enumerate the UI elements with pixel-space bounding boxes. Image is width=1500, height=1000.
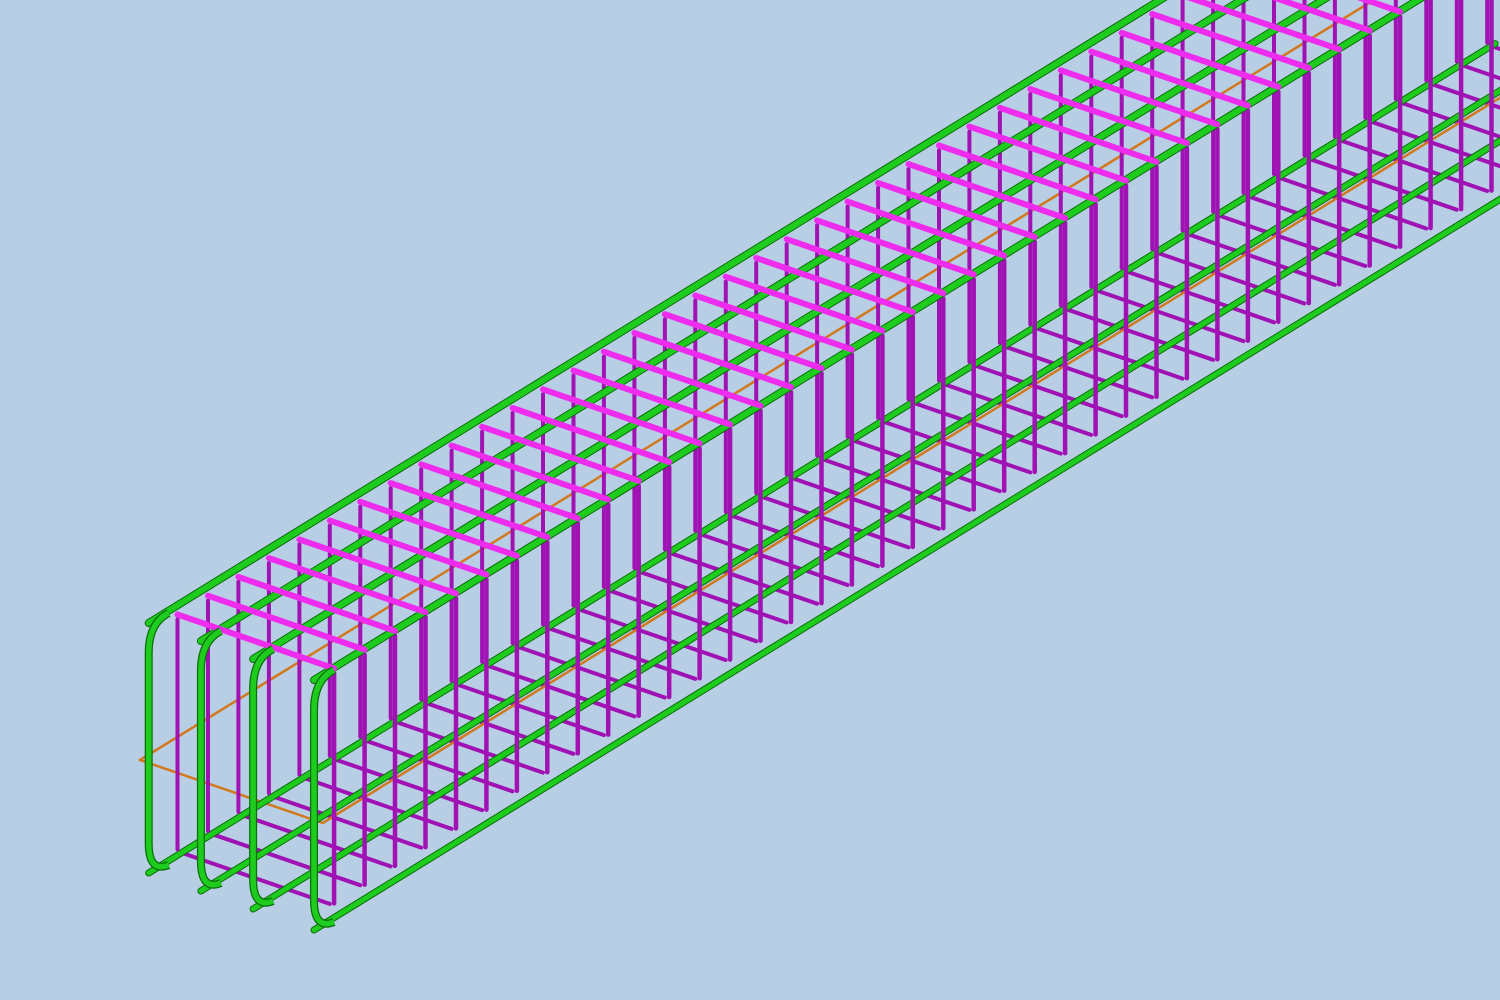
rebar-cage-model[interactable] <box>0 0 1500 1000</box>
3d-viewport[interactable] <box>0 0 1500 1000</box>
